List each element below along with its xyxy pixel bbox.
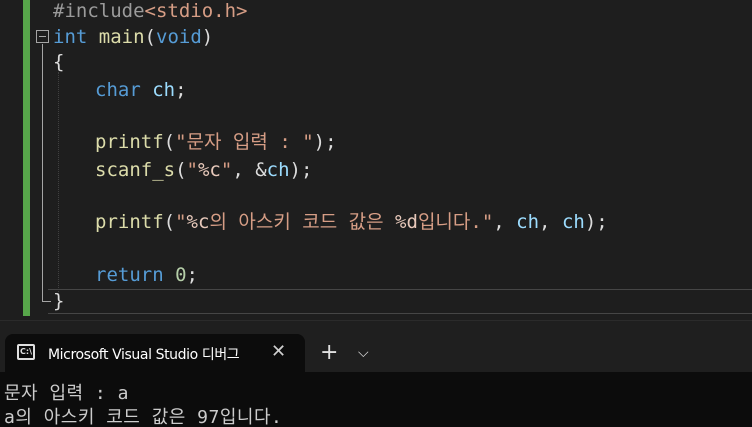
string-quote: " bbox=[220, 159, 233, 181]
terminal-icon: C:\ bbox=[17, 344, 35, 360]
code-editor[interactable]: #include<stdio.h> int main(void) { char … bbox=[0, 0, 752, 320]
argument-separator: , bbox=[539, 211, 562, 233]
console-line: 문자 입력 : a bbox=[4, 383, 129, 404]
code-line-include[interactable]: #include<stdio.h> bbox=[53, 0, 247, 24]
format-specifier: %c bbox=[197, 159, 221, 181]
semicolon: ; bbox=[186, 264, 198, 286]
chevron-down-icon[interactable]: ⌵ bbox=[358, 343, 369, 363]
function-call: printf bbox=[95, 211, 164, 233]
format-specifier: %d bbox=[395, 211, 418, 233]
argument-separator: , & bbox=[232, 159, 267, 181]
return-keyword: return bbox=[95, 264, 164, 286]
tab-debug-console[interactable]: C:\ Microsoft Visual Studio 디버그 ✕ bbox=[5, 334, 305, 373]
brace-close: } bbox=[53, 290, 65, 312]
code-line-open-brace[interactable]: { bbox=[53, 49, 64, 75]
param-type: void bbox=[156, 26, 202, 48]
collapse-icon[interactable] bbox=[36, 30, 49, 43]
variable-name: ch bbox=[516, 211, 540, 233]
change-tracking-bar bbox=[23, 0, 30, 316]
code-line-printf-prompt[interactable]: printf("문자 입력 : "); bbox=[95, 129, 337, 155]
variable-name: ch bbox=[561, 211, 585, 233]
string-literal: 의 아스키 코드 값은 bbox=[209, 211, 396, 233]
tab-title: Microsoft Visual Studio 디버그 bbox=[48, 347, 240, 363]
string-literal: "문자 입력 : " bbox=[175, 131, 314, 153]
console-line: a의 아스키 코드 값은 97입니다. bbox=[4, 407, 283, 427]
code-line-close-brace[interactable]: } bbox=[53, 288, 64, 314]
variable-name: ch bbox=[152, 79, 176, 101]
function-name: main bbox=[98, 26, 145, 48]
code-line-main[interactable]: int main(void) bbox=[53, 24, 213, 50]
paren-close: ); bbox=[313, 131, 337, 153]
paren-open: ( bbox=[144, 26, 156, 48]
number-literal: 0 bbox=[175, 264, 187, 286]
close-icon[interactable]: ✕ bbox=[271, 342, 286, 362]
paren-close: ) bbox=[201, 26, 214, 48]
variable-name: ch bbox=[266, 159, 290, 181]
paren-close: ); bbox=[289, 159, 313, 181]
string-quote: " bbox=[186, 159, 198, 181]
function-call: scanf_s bbox=[95, 159, 176, 181]
preprocessor-directive: #include bbox=[53, 0, 145, 22]
type-keyword: char bbox=[95, 79, 141, 101]
fold-guide-line bbox=[42, 44, 43, 302]
terminal-tab-bar: C:\ Microsoft Visual Studio 디버그 ✕ + ⌵ bbox=[0, 320, 752, 373]
code-line-printf-result[interactable]: printf("%c의 아스키 코드 값은 %d입니다.", ch, ch); bbox=[95, 209, 608, 235]
include-header: <stdio.h> bbox=[144, 0, 248, 22]
paren-open: ( bbox=[175, 159, 187, 181]
paren-open: ( bbox=[163, 211, 176, 233]
string-literal: 입니다." bbox=[417, 211, 494, 233]
code-line-decl[interactable]: char ch; bbox=[95, 77, 187, 103]
semicolon: ; bbox=[175, 79, 187, 101]
new-tab-button[interactable]: + bbox=[320, 341, 338, 365]
paren-close: ); bbox=[584, 211, 608, 233]
brace-open: { bbox=[53, 51, 65, 73]
function-call: printf bbox=[95, 131, 164, 153]
code-line-scanf[interactable]: scanf_s("%c", &ch); bbox=[95, 157, 312, 183]
string-quote: " bbox=[175, 211, 187, 233]
format-specifier: %c bbox=[186, 211, 210, 233]
current-line-highlight bbox=[48, 289, 752, 314]
argument-separator: , bbox=[493, 211, 517, 233]
code-line-return[interactable]: return 0; bbox=[95, 262, 198, 288]
terminal-icon-label: C:\ bbox=[20, 347, 32, 356]
console-output[interactable]: 문자 입력 : a a의 아스키 코드 값은 97입니다. bbox=[0, 372, 752, 427]
paren-open: ( bbox=[163, 131, 176, 153]
return-type: int bbox=[53, 26, 88, 48]
indent-guide bbox=[58, 72, 59, 292]
